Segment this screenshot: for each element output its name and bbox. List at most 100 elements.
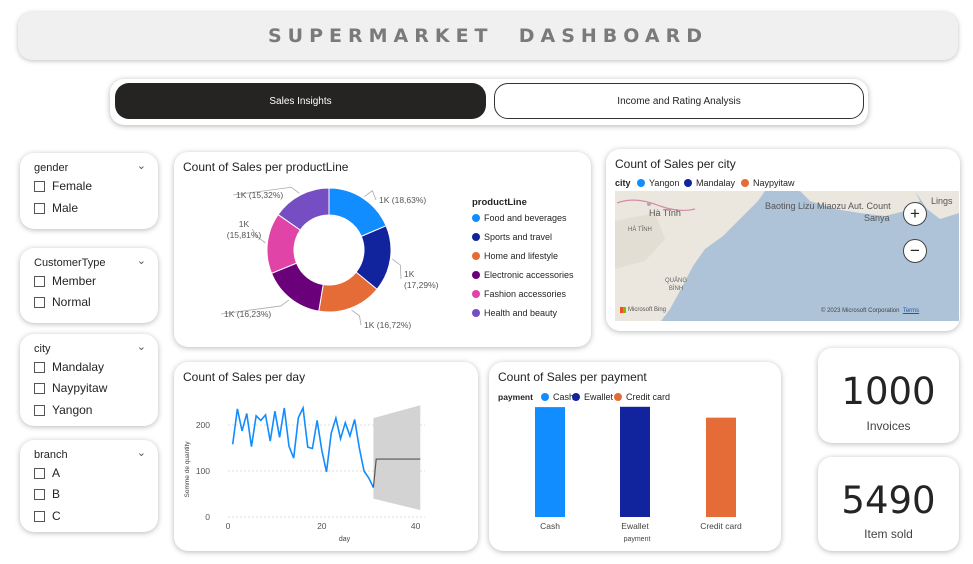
donut-leader-line: [364, 190, 377, 201]
series-line[interactable]: [231, 405, 375, 488]
bar[interactable]: [535, 407, 565, 517]
slicer-option-b[interactable]: B: [34, 487, 60, 501]
checkbox[interactable]: [34, 510, 45, 522]
legend-item[interactable]: Home and lifestyle: [472, 251, 558, 261]
dashboard-title: SUPERMARKET DASHBOARD: [267, 25, 709, 47]
chevron-down-icon[interactable]: ⌄: [137, 340, 146, 353]
checkbox[interactable]: [34, 202, 45, 214]
slicer-title: gender: [34, 162, 69, 174]
zoom-out-button[interactable]: −: [903, 239, 927, 263]
option-label: Female: [52, 179, 93, 193]
donut-data-label: (15,81%): [227, 230, 262, 240]
legend-item-yangon: Yangon: [637, 178, 679, 188]
checkbox[interactable]: [34, 382, 45, 394]
kpi-invoices: 1000 Invoices: [818, 348, 959, 443]
checkbox[interactable]: [34, 361, 45, 373]
legend-title: productLine: [472, 197, 527, 208]
page-tabs: Sales Insights Income and Rating Analysi…: [110, 79, 868, 125]
option-label: Mandalay: [52, 360, 105, 374]
slicer-option-normal[interactable]: Normal: [34, 295, 91, 309]
legend-item-naypyitaw: Naypyitaw: [741, 178, 795, 188]
chevron-down-icon[interactable]: ⌄: [137, 254, 146, 267]
line-chart-visual[interactable]: Count of Sales per day 0 100 200 0 20 40 day So…: [174, 362, 478, 551]
slicer-option-male[interactable]: Male: [34, 201, 78, 215]
legend-label: Electronic accessories: [484, 270, 574, 280]
x-tick-label: Ewallet: [621, 521, 649, 531]
slicer-option-member[interactable]: Member: [34, 274, 96, 288]
map-visual[interactable]: Count of Sales per city city Yangon Mand…: [606, 149, 960, 331]
checkbox[interactable]: [34, 180, 45, 192]
x-tick-label: 0: [226, 521, 231, 531]
dashboard-title-bar: SUPERMARKET DASHBOARD: [18, 12, 958, 60]
checkbox[interactable]: [34, 275, 45, 287]
kpi-value: 1000: [841, 370, 936, 413]
y-axis-title: Somme de quantity: [184, 441, 191, 498]
tab-sales-insights[interactable]: Sales Insights: [115, 83, 486, 119]
legend-label: Home and lifestyle: [484, 251, 559, 261]
legend-dot-icon: [472, 233, 480, 241]
legend-label: Food and beverages: [484, 213, 567, 223]
option-label: Normal: [52, 295, 91, 309]
legend-item[interactable]: Fashion accessories: [472, 289, 566, 299]
legend-item[interactable]: Sports and travel: [472, 232, 552, 242]
terms-link[interactable]: Terms: [903, 308, 919, 314]
y-tick-label: 0: [205, 512, 210, 522]
legend-dot-icon: [472, 309, 480, 317]
chevron-down-icon[interactable]: ⌄: [137, 159, 146, 172]
visual-title: Count of Sales per city: [615, 157, 736, 171]
y-tick-label: 100: [196, 466, 210, 476]
zoom-in-button[interactable]: +: [903, 202, 927, 226]
slicer-title: city: [34, 343, 51, 355]
line-chart[interactable]: 0 100 200 0 20 40 day Somme de quantity: [174, 362, 478, 551]
map-canvas[interactable]: Hà Tĩnh HÀ TĨNH QUẢNG BÌNH Baoting Lizu …: [615, 191, 959, 321]
donut-data-label: 1K (15,32%): [236, 190, 283, 200]
slicer-option-a[interactable]: A: [34, 466, 60, 480]
legend-label: Fashion accessories: [484, 289, 567, 299]
map-place-label: Sanya: [864, 213, 890, 223]
map-place-label: Lings: [931, 196, 953, 206]
map-place-label: QUẢNG BÌNH: [664, 278, 687, 292]
slicer-option-mandalay[interactable]: Mandalay: [34, 360, 104, 374]
kpi-value: 5490: [841, 479, 936, 522]
legend-dot-icon: [472, 214, 480, 222]
slicer-gender: gender ⌄ Female Male: [20, 153, 158, 229]
checkbox[interactable]: [34, 467, 45, 479]
slicer-title: branch: [34, 449, 68, 461]
checkbox[interactable]: [34, 404, 45, 416]
legend-item[interactable]: Health and beauty: [472, 308, 557, 318]
map-copyright: © 2023 Microsoft Corporation Terms: [821, 308, 920, 314]
kpi-label: Invoices: [866, 419, 911, 433]
checkbox[interactable]: [34, 488, 45, 500]
slicer-city: city ⌄ Mandalay Naypyitaw Yangon: [20, 334, 158, 426]
x-axis-title: payment: [624, 536, 651, 543]
chevron-down-icon[interactable]: ⌄: [137, 446, 146, 459]
option-label: A: [52, 466, 61, 480]
x-tick-label: Cash: [540, 521, 560, 531]
donut-data-label: 1K (16,23%): [224, 309, 271, 319]
legend-label: Health and beauty: [484, 308, 558, 318]
legend-item[interactable]: Food and beverages: [472, 213, 567, 223]
x-axis-title: day: [339, 536, 351, 543]
payment-bar-visual[interactable]: Count of Sales per payment payment Cash …: [489, 362, 781, 551]
slicer-option-c[interactable]: C: [34, 509, 61, 523]
option-label: Yangon: [52, 403, 93, 417]
option-label: Male: [52, 201, 79, 215]
donut-data-label: 1K: [404, 269, 415, 279]
map-place-label: Baoting Lizu Miaozu Aut. Count: [765, 201, 891, 211]
slicer-branch: branch ⌄ A B C: [20, 440, 158, 532]
x-tick-label: Credit card: [700, 521, 742, 531]
option-label: Naypyitaw: [52, 381, 108, 395]
slicer-option-naypyitaw[interactable]: Naypyitaw: [34, 381, 107, 395]
bar-chart[interactable]: Cash Ewallet Credit card payment: [489, 362, 781, 551]
bar[interactable]: [620, 406, 650, 517]
slicer-option-female[interactable]: Female: [34, 179, 92, 193]
x-tick-label: 40: [411, 521, 421, 531]
legend-item[interactable]: Electronic accessories: [472, 270, 574, 280]
bar[interactable]: [706, 417, 736, 517]
donut-leader-line: [351, 309, 362, 326]
tab-income-rating[interactable]: Income and Rating Analysis: [494, 83, 864, 119]
slicer-option-yangon[interactable]: Yangon: [34, 403, 92, 417]
donut-data-label: 1K: [239, 219, 250, 229]
donut-visual[interactable]: Count of Sales per productLine 1K (18,63…: [174, 152, 591, 347]
checkbox[interactable]: [34, 296, 45, 308]
